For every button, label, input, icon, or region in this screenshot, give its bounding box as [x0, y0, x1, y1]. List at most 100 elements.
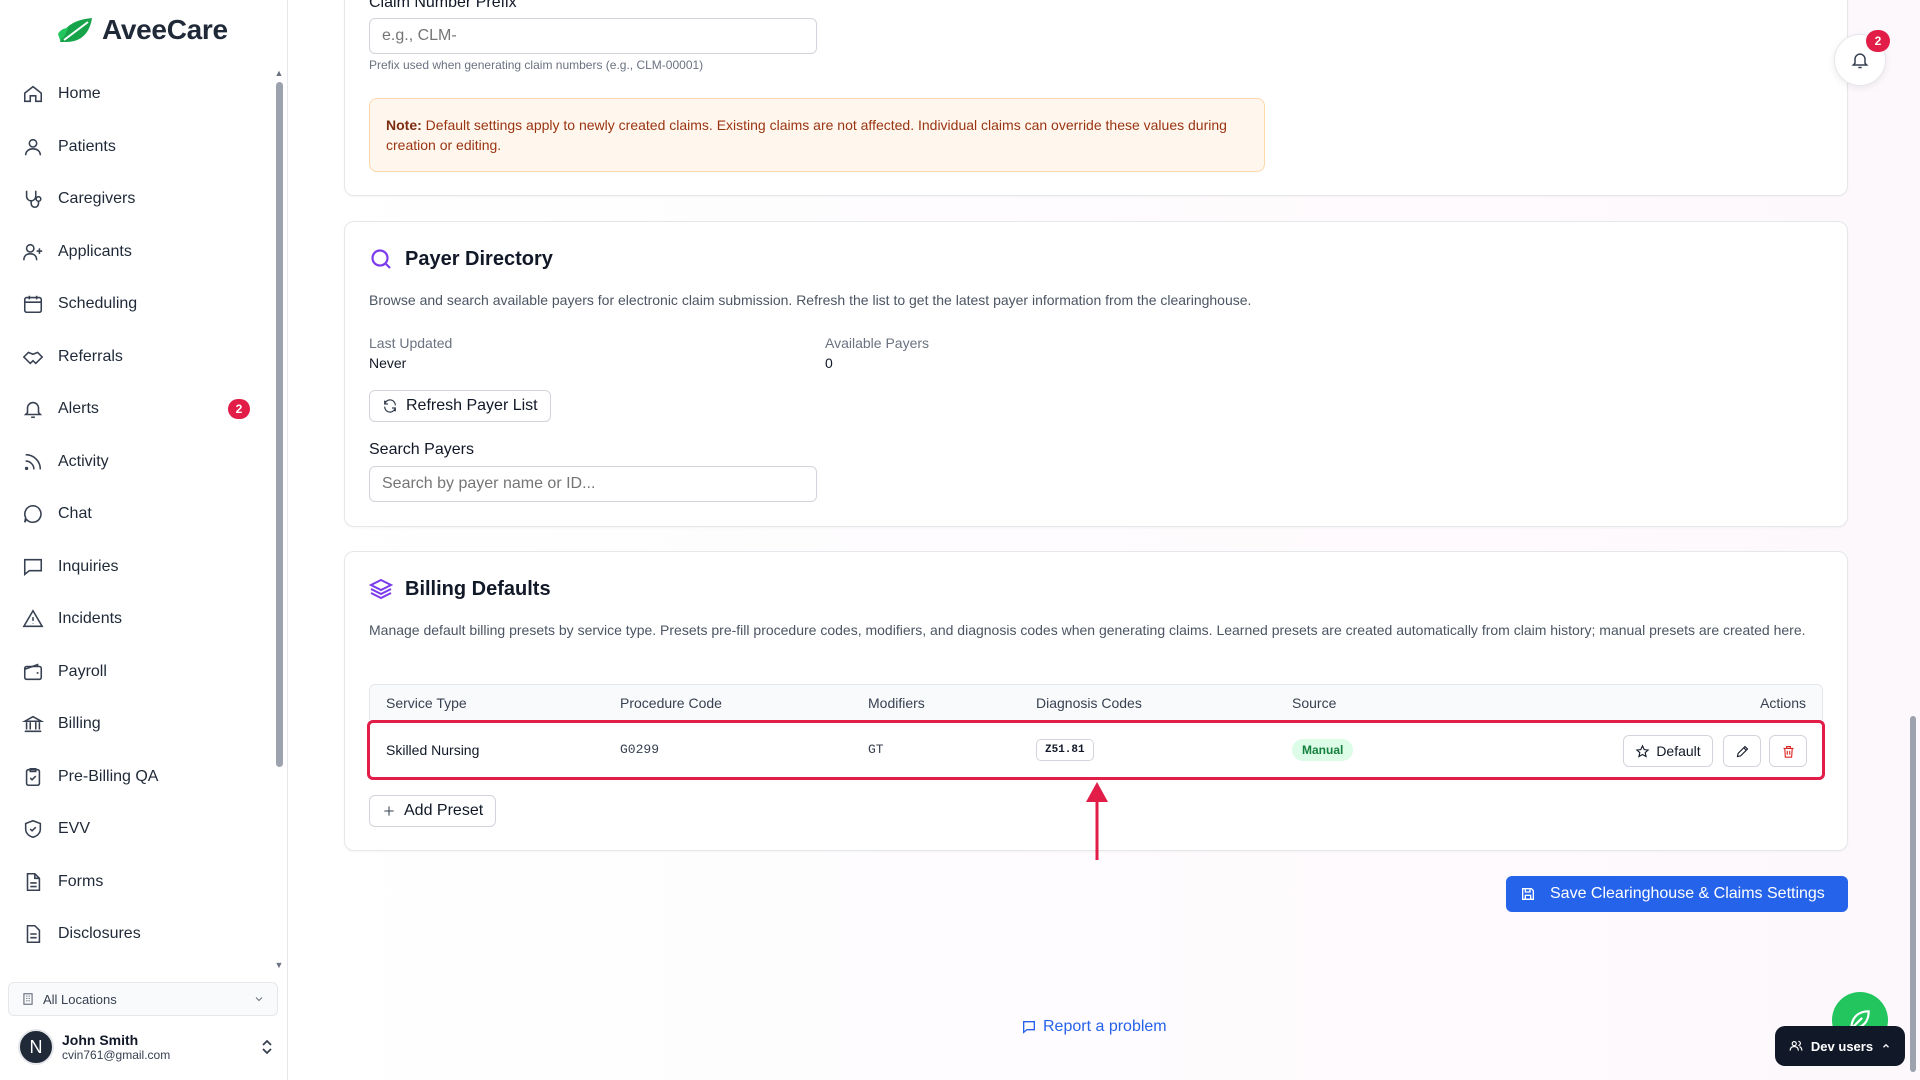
star-icon — [1635, 744, 1650, 758]
user-name: John Smith — [62, 1032, 139, 1048]
refresh-payer-list-button[interactable]: Refresh Payer List — [369, 390, 551, 422]
note-label: Note: — [386, 117, 422, 133]
available-payers-value: 0 — [825, 355, 833, 371]
row-procedure-code: G0299 — [620, 742, 660, 757]
document-icon — [26, 924, 41, 944]
default-settings-note: Note: Default settings apply to newly cr… — [369, 98, 1265, 172]
report-problem-label: Report a problem — [1043, 1018, 1167, 1035]
sidebar-item-label: Applicants — [58, 243, 132, 260]
sidebar-item-caregivers[interactable]: Caregivers — [18, 179, 256, 219]
main-scroll-thumb[interactable] — [1910, 716, 1916, 1072]
notifications-count-badge: 2 — [1866, 30, 1890, 52]
sidebar-item-label: Caregivers — [58, 190, 136, 207]
save-settings-button[interactable]: Save Clearinghouse & Claims Settings — [1506, 876, 1848, 912]
sidebar-item-patients[interactable]: Patients — [18, 127, 256, 167]
claim-prefix-label: Claim Number Prefix — [369, 0, 517, 11]
trash-icon — [1783, 745, 1793, 758]
set-default-label: Default — [1656, 743, 1701, 759]
calendar-icon — [23, 295, 43, 314]
payer-directory-title: Payer Directory — [369, 247, 553, 271]
sidebar-item-incidents[interactable]: Incidents — [18, 599, 256, 639]
user-menu[interactable]: N John Smith cvin761@gmail.com — [18, 1024, 274, 1070]
sidebar-item-label: Referrals — [58, 348, 123, 365]
message-square-icon — [23, 558, 43, 576]
sidebar-item-payroll[interactable]: Payroll — [18, 652, 256, 692]
edit-preset-button[interactable] — [1723, 735, 1761, 767]
refresh-icon — [384, 399, 396, 413]
col-modifiers: Modifiers — [868, 695, 925, 711]
search-payers-input[interactable] — [369, 466, 817, 502]
sidebar-item-label: Inquiries — [58, 558, 119, 575]
available-payers-label: Available Payers — [825, 335, 930, 351]
col-procedure-code: Procedure Code — [620, 695, 722, 711]
clipboard-check-icon — [25, 767, 41, 787]
sidebar-item-evv[interactable]: EVV — [18, 809, 256, 849]
sidebar-scroll-thumb[interactable] — [276, 82, 283, 767]
col-service-type: Service Type — [386, 695, 467, 711]
annotation-arrow-icon — [1086, 782, 1108, 860]
set-default-button[interactable]: Default — [1623, 735, 1713, 767]
user-plus-icon — [23, 243, 43, 261]
alerts-count-badge: 2 — [228, 399, 250, 419]
leaf-logo-icon — [58, 18, 92, 42]
location-select[interactable]: All Locations — [8, 982, 278, 1016]
sidebar-item-label: Patients — [58, 138, 116, 155]
home-icon — [23, 85, 43, 103]
sidebar-item-label: Alerts — [58, 400, 99, 417]
add-preset-label: Add Preset — [404, 802, 484, 819]
pencil-icon — [1736, 745, 1748, 757]
warning-triangle-icon — [22, 609, 44, 628]
row-service-type: Skilled Nursing — [386, 742, 480, 758]
sidebar-scrollbar[interactable]: ▲ ▼ — [274, 68, 284, 970]
sidebar-item-inquiries[interactable]: Inquiries — [18, 547, 256, 587]
save-icon — [1522, 888, 1534, 900]
save-settings-label: Save Clearinghouse & Claims Settings — [1550, 885, 1825, 902]
location-select-value: All Locations — [43, 991, 117, 1007]
sidebar-item-referrals[interactable]: Referrals — [18, 337, 256, 377]
scroll-up-arrow-icon[interactable]: ▲ — [274, 68, 284, 78]
sidebar-item-forms[interactable]: Forms — [18, 862, 256, 902]
sidebar-item-label: Billing — [58, 715, 101, 732]
sidebar-item-disclosures[interactable]: Disclosures — [18, 914, 256, 954]
users-icon — [1789, 1040, 1803, 1051]
handshake-icon — [22, 351, 44, 365]
sidebar-item-activity[interactable]: Activity — [18, 442, 256, 482]
dev-users-label: Dev users — [1810, 1038, 1874, 1054]
chat-bubble-icon — [23, 504, 42, 524]
plus-icon — [384, 806, 394, 816]
last-updated-value: Never — [369, 355, 407, 371]
add-preset-button[interactable]: Add Preset — [369, 795, 497, 827]
note-text: Default settings apply to newly created … — [386, 117, 1227, 153]
sidebar-item-alerts[interactable]: Alerts 2 — [18, 389, 256, 429]
avatar: N — [18, 1029, 54, 1065]
sidebar-item-scheduling[interactable]: Scheduling — [18, 284, 256, 324]
claim-prefix-help: Prefix used when generating claim number… — [369, 58, 704, 72]
sidebar-item-home[interactable]: Home — [18, 74, 256, 114]
diagnosis-code-chip: Z51.81 — [1036, 739, 1094, 761]
scroll-down-arrow-icon[interactable]: ▼ — [274, 960, 284, 970]
refresh-payer-list-label: Refresh Payer List — [406, 397, 538, 414]
sidebar-item-label: Forms — [58, 873, 104, 890]
layers-icon — [369, 578, 393, 600]
app-logo[interactable]: AveeCare — [56, 14, 228, 46]
user-info: John Smith cvin761@gmail.com — [62, 1032, 170, 1062]
search-payers-label: Search Payers — [369, 441, 474, 458]
claim-prefix-input[interactable] — [369, 18, 817, 54]
col-source: Source — [1292, 695, 1337, 711]
sidebar-item-chat[interactable]: Chat — [18, 494, 256, 534]
sidebar-item-pre-billing-qa[interactable]: Pre-Billing QA — [18, 757, 256, 797]
sidebar-item-label: Chat — [58, 505, 92, 522]
dev-users-button[interactable]: Dev users — [1775, 1026, 1905, 1066]
report-problem-link[interactable]: Report a problem — [1021, 1018, 1167, 1036]
sidebar-item-billing[interactable]: Billing — [18, 704, 256, 744]
rss-icon — [24, 453, 42, 471]
delete-preset-button[interactable] — [1769, 735, 1807, 767]
main-scrollbar[interactable] — [1906, 0, 1920, 1080]
sidebar-item-label: Payroll — [58, 663, 107, 680]
sidebar-item-label: Activity — [58, 453, 109, 470]
source-badge: Manual — [1292, 739, 1354, 761]
row-modifiers: GT — [868, 742, 884, 757]
user-email: cvin761@gmail.com — [62, 1048, 171, 1062]
payer-directory-description: Browse and search available payers for e… — [369, 292, 1252, 308]
sidebar-item-applicants[interactable]: Applicants — [18, 232, 256, 272]
